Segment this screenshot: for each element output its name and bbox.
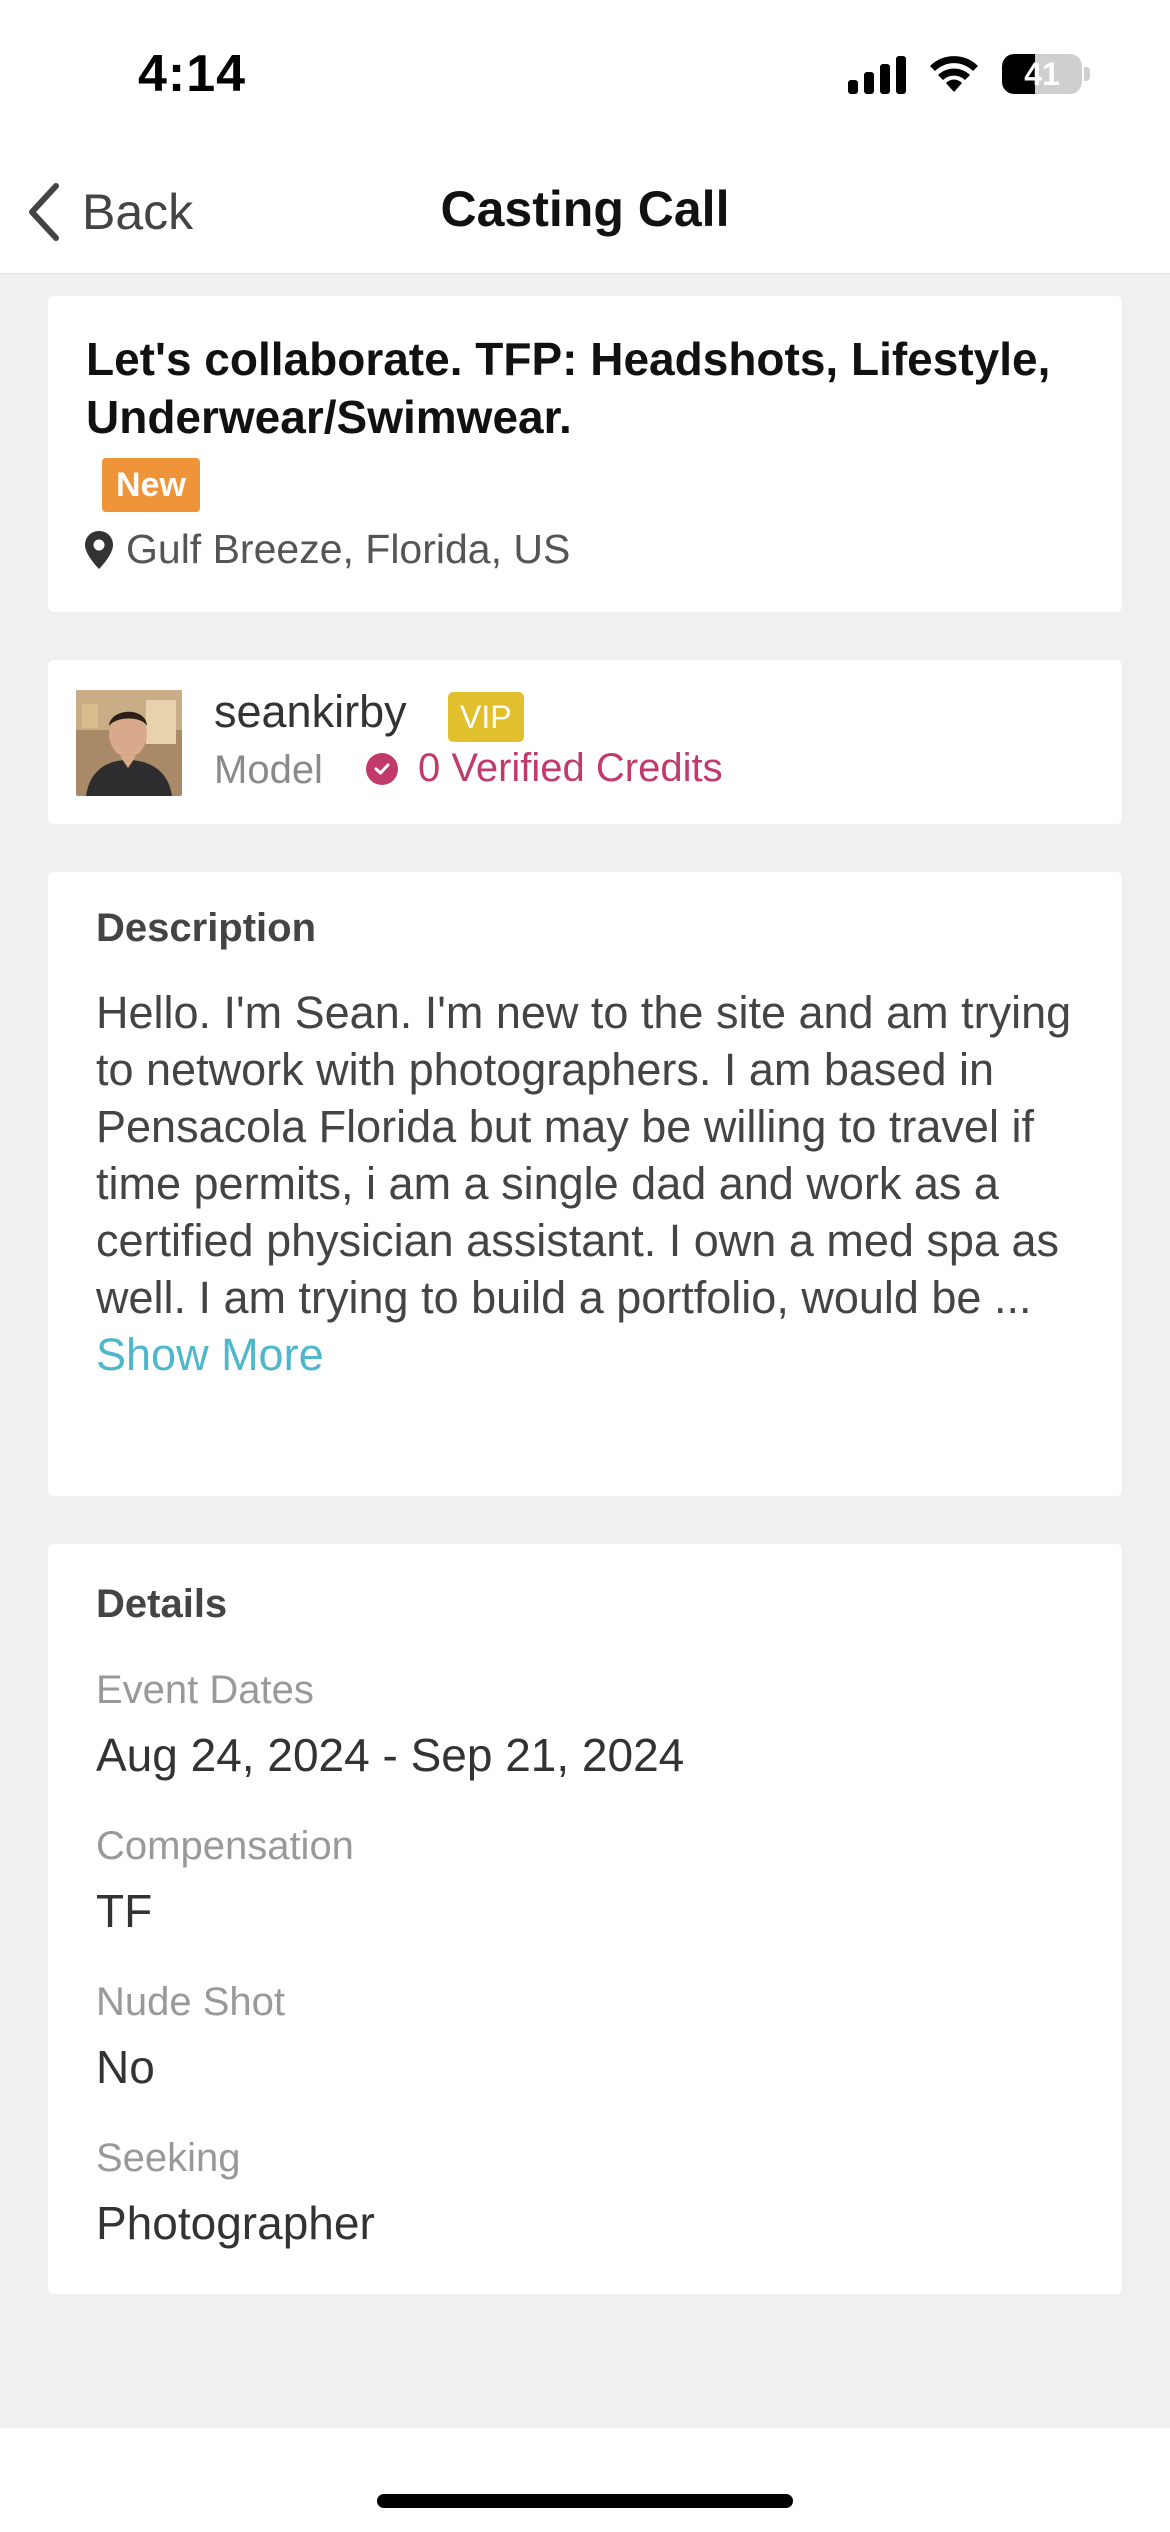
nude-shot-value: No — [96, 2041, 155, 2093]
compensation-value: TF — [96, 1885, 153, 1937]
verified-check-icon — [366, 752, 398, 785]
seeking-label: Seeking — [96, 2136, 241, 2180]
details-heading: Details — [96, 1582, 228, 1626]
battery-body: 41 — [1002, 54, 1082, 94]
battery-icon: 41 — [1002, 54, 1090, 94]
compensation-label: Compensation — [96, 1824, 354, 1868]
nude-shot-label: Nude Shot — [96, 1980, 286, 2024]
user-role: Model — [214, 748, 323, 792]
battery-tip — [1084, 67, 1090, 81]
status-bar: 4:14 41 — [0, 0, 1170, 150]
avatar-photo — [76, 690, 182, 796]
wifi-icon — [930, 56, 978, 92]
home-indicator-area — [0, 2428, 1170, 2532]
event-dates-label: Event Dates — [96, 1668, 314, 1712]
seeking-value: Photographer — [96, 2197, 375, 2249]
post-header-card: Let's collaborate. TFP: Headshots, Lifes… — [48, 296, 1122, 612]
new-badge: New — [102, 458, 200, 512]
verified-credits-link[interactable]: 0 Verified Credits — [366, 746, 723, 791]
location: Gulf Breeze, Florida, US — [84, 526, 570, 573]
location-text: Gulf Breeze, Florida, US — [126, 526, 571, 572]
verified-credits-text: 0 Verified Credits — [418, 746, 723, 790]
back-button[interactable]: Back — [24, 172, 193, 252]
map-pin-icon — [85, 530, 113, 569]
details-card: Details Event Dates Aug 24, 2024 - Sep 2… — [48, 1544, 1122, 2294]
chevron-left-icon — [29, 183, 59, 241]
description-body: Hello. I'm Sean. I'm new to the site and… — [96, 987, 1072, 1323]
post-title: Let's collaborate. TFP: Headshots, Lifes… — [86, 333, 1051, 443]
vip-badge: VIP — [448, 692, 524, 742]
status-time: 4:14 — [138, 45, 247, 103]
description-text: Hello. I'm Sean. I'm new to the site and… — [96, 984, 1096, 1383]
battery-percent: 41 — [1024, 55, 1060, 92]
navigation-bar: Casting Call Back — [0, 150, 1170, 274]
description-card: Description Hello. I'm Sean. I'm new to … — [48, 872, 1122, 1496]
author-card[interactable]: seankirby VIP Model 0 Verified Credits — [48, 660, 1122, 824]
casting-call-screen: 4:14 41 Casting Call Back Let's collabor… — [0, 0, 1170, 2532]
show-more-link[interactable]: Show More — [96, 1329, 324, 1380]
event-dates-value: Aug 24, 2024 - Sep 21, 2024 — [96, 1729, 685, 1781]
username[interactable]: seankirby — [214, 686, 407, 738]
status-icons: 41 — [848, 52, 1090, 96]
home-indicator[interactable] — [377, 2494, 793, 2508]
description-heading: Description — [96, 906, 317, 950]
back-label: Back — [82, 184, 194, 240]
cellular-signal-icon — [848, 54, 906, 94]
avatar[interactable] — [76, 690, 182, 796]
